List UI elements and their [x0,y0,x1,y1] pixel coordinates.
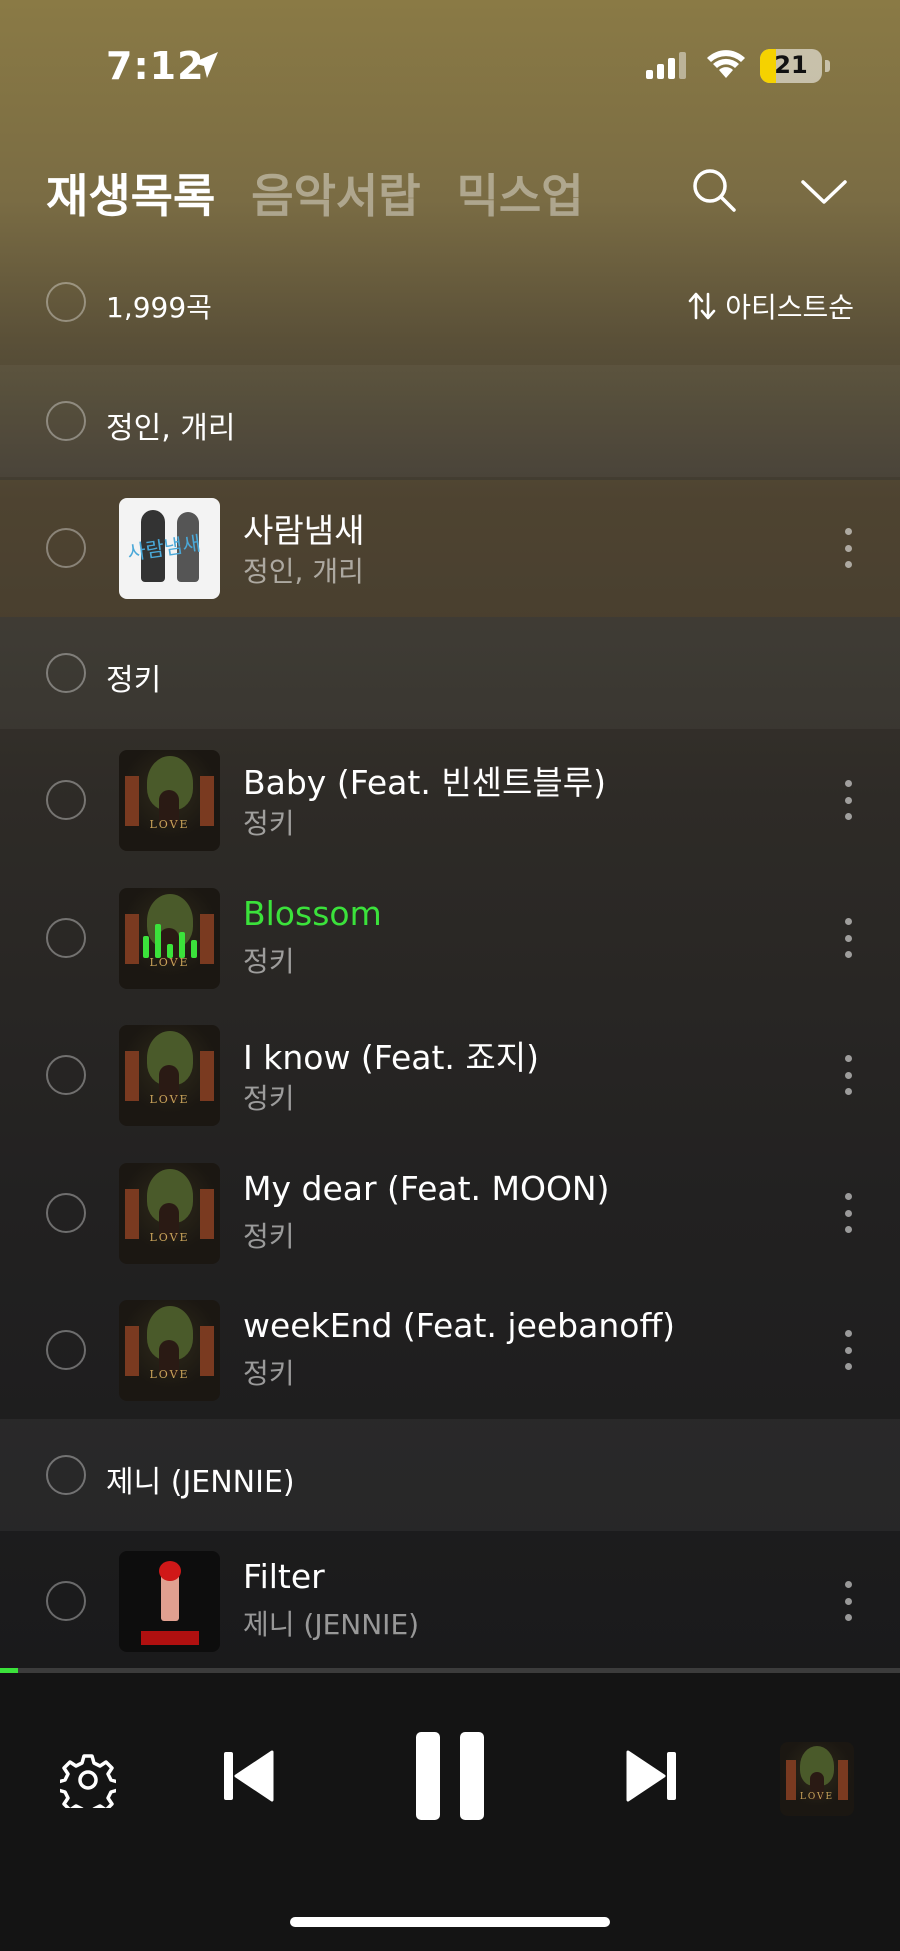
tab-playlist[interactable]: 재생목록 [46,160,215,223]
tab-music-drawer[interactable]: 음악서랍 [251,160,420,223]
previous-track-icon[interactable] [222,1748,274,1804]
track-title: Filter [243,1557,325,1596]
more-options-icon[interactable] [842,1330,854,1370]
group-select-checkbox[interactable] [46,1455,86,1495]
wifi-icon [707,50,745,78]
more-options-icon[interactable] [842,1055,854,1095]
album-art: LOVE [119,1300,220,1401]
sort-icon [688,292,716,320]
sort-label: 아티스트순 [725,291,854,324]
track-row[interactable]: 사람냄새 사람냄새 정인, 개리 [0,480,900,617]
battery-tip [825,60,830,72]
track-select-checkbox[interactable] [46,1330,86,1370]
track-title: 사람냄새 [243,511,365,550]
track-select-checkbox[interactable] [46,780,86,820]
track-select-checkbox[interactable] [46,1055,86,1095]
album-art: LOVE [119,888,220,989]
more-options-icon[interactable] [842,918,854,958]
battery-level: 21 [774,51,808,79]
track-row[interactable]: LOVE weekEnd (Feat. jeebanoff) 정키 [0,1282,900,1419]
track-artist: 정키 [243,945,295,978]
artist-group-header[interactable]: 제니 (JENNIE) [0,1419,900,1531]
group-select-checkbox[interactable] [46,653,86,693]
equalizer-icon [143,924,197,958]
next-track-icon[interactable] [626,1748,678,1804]
track-select-checkbox[interactable] [46,528,86,568]
search-icon[interactable] [690,166,738,214]
group-artist-name: 정키 [106,663,162,698]
track-select-checkbox[interactable] [46,1193,86,1233]
status-bar: 7:12 21 [0,0,900,130]
album-art: LOVE [119,1025,220,1126]
group-artist-name: 제니 (JENNIE) [106,1465,295,1500]
track-title: My dear (Feat. MOON) [243,1169,610,1208]
track-row-now-playing[interactable]: LOVE Blossom 정키 [0,870,900,1007]
track-title: weekEnd (Feat. jeebanoff) [243,1306,676,1345]
tab-mixup[interactable]: 믹스업 [457,160,584,223]
sort-button[interactable]: 아티스트순 [687,286,854,326]
home-indicator [290,1917,610,1927]
track-artist: 정인, 개리 [243,555,364,588]
track-row[interactable]: LOVE Baby (Feat. 빈센트블루) 정키 [0,732,900,869]
track-title: Blossom [243,894,382,933]
track-artist: 정키 [243,1357,295,1390]
track-title: I know (Feat. 죠지) [243,1038,540,1077]
artist-group-header[interactable]: 정키 [0,617,900,729]
track-row[interactable]: LOVE I know (Feat. 죠지) 정키 [0,1007,900,1144]
select-all-checkbox[interactable] [46,282,86,322]
now-playing-album-art[interactable]: LOVE [780,1742,854,1816]
settings-icon[interactable] [60,1752,116,1808]
location-arrow-icon [192,52,218,78]
more-options-icon[interactable] [842,780,854,820]
track-count: 1,999곡 [106,291,212,324]
battery-indicator: 21 [760,49,822,83]
playlist-summary: 1,999곡 아티스트순 [0,268,900,344]
album-art: LOVE [119,1163,220,1264]
track-artist: 정키 [243,1082,295,1115]
track-artist: 정키 [243,807,295,840]
track-title: Baby (Feat. 빈센트블루) [243,763,606,802]
track-select-checkbox[interactable] [46,1581,86,1621]
pause-icon[interactable] [414,1730,486,1822]
album-art: 사람냄새 [119,498,220,599]
cellular-signal-icon [646,52,686,79]
group-select-checkbox[interactable] [46,401,86,441]
track-select-checkbox[interactable] [46,918,86,958]
album-art [119,1551,220,1652]
artist-group-header[interactable]: 정인, 개리 [0,365,900,477]
track-artist: 제니 (JENNIE) [243,1608,420,1641]
group-artist-name: 정인, 개리 [106,411,236,446]
track-row[interactable]: LOVE My dear (Feat. MOON) 정키 [0,1145,900,1282]
album-art: LOVE [119,750,220,851]
track-artist: 정키 [243,1220,295,1253]
more-options-icon[interactable] [842,1581,854,1621]
chevron-down-icon[interactable] [800,178,848,206]
tab-bar: 재생목록 음악서랍 믹스업 [46,160,584,223]
more-options-icon[interactable] [842,1193,854,1233]
more-options-icon[interactable] [842,528,854,568]
track-row[interactable]: Filter 제니 (JENNIE) [0,1533,900,1670]
